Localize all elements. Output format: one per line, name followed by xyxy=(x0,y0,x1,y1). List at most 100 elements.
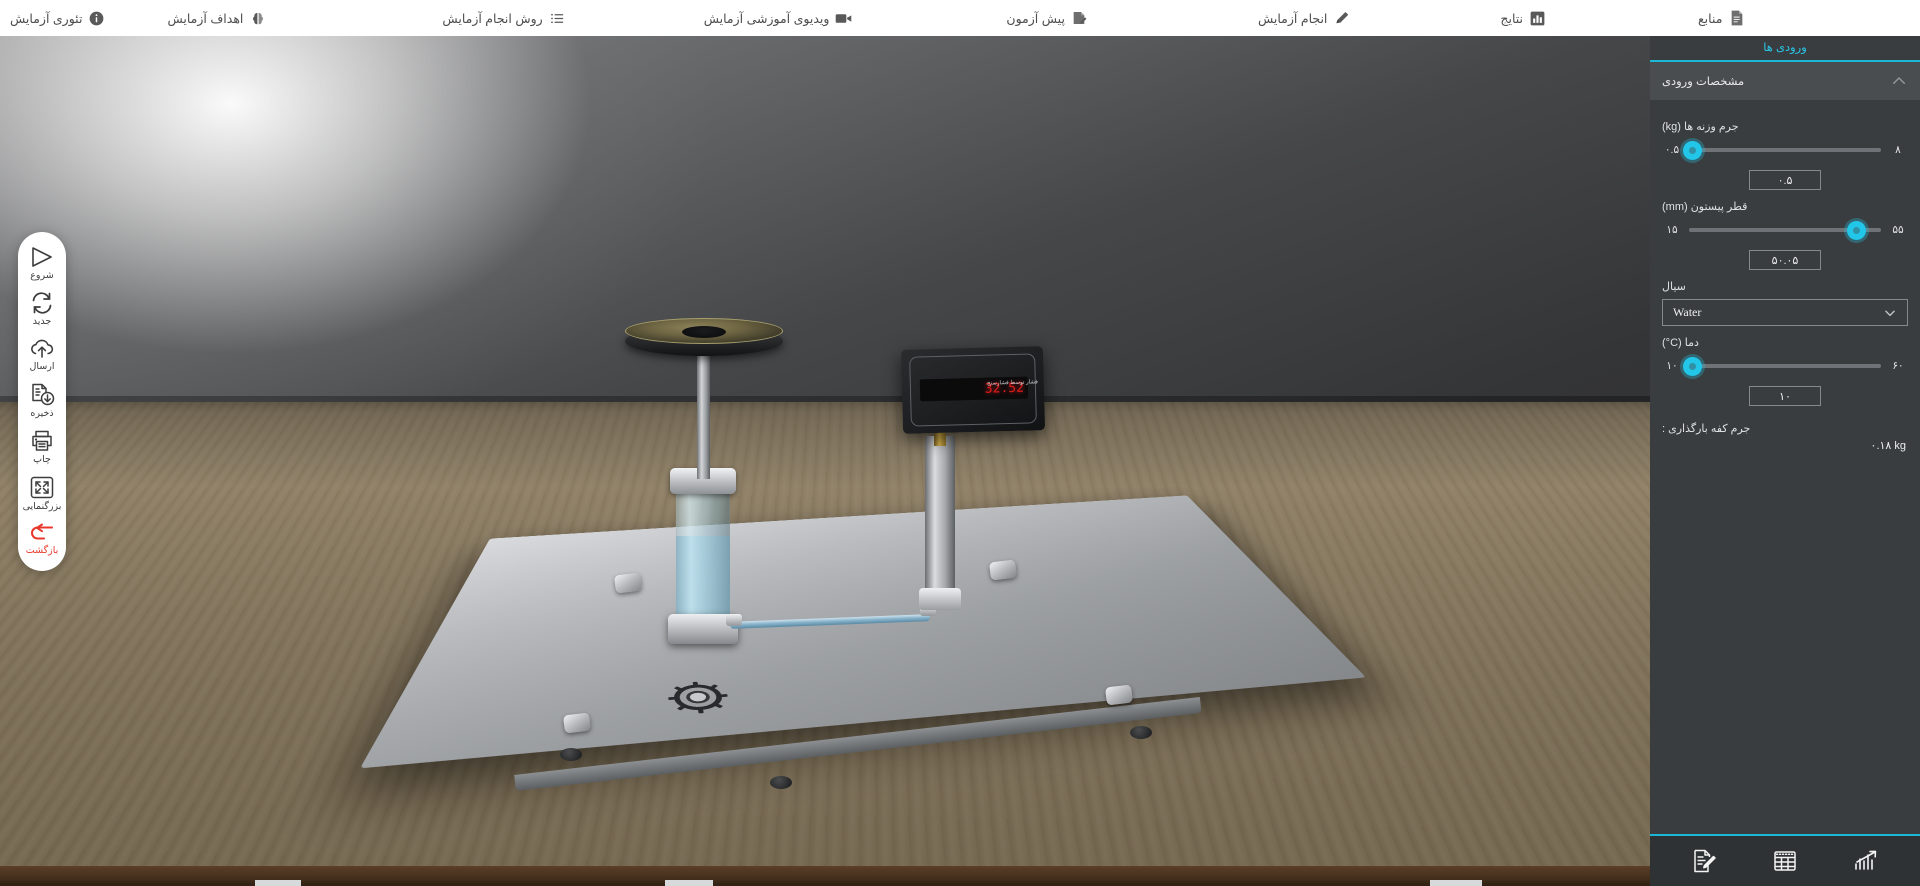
report-button[interactable] xyxy=(1691,848,1717,874)
save-download-icon xyxy=(31,383,54,406)
page-sliver xyxy=(665,880,713,886)
start-button[interactable]: شروع xyxy=(18,240,66,286)
piston-diameter-slider-thumb[interactable] xyxy=(1846,220,1866,240)
report-edit-icon xyxy=(1694,849,1717,873)
temperature-min: ۱۰ xyxy=(1666,360,1678,372)
fullscreen-icon xyxy=(30,476,54,499)
back-arrow-icon xyxy=(31,523,53,540)
field-weights-mass: جرم وزنه ها (kg) ۰.۵ ۸ ۰.۵ xyxy=(1650,120,1920,190)
tab-inputs[interactable]: ورودی ها xyxy=(1753,36,1817,60)
panel-tab-bar: ورودی ها xyxy=(1650,36,1920,62)
nav-label-theory: تئوری آزمایش xyxy=(10,11,83,26)
weights-mass-slider-thumb[interactable] xyxy=(1683,140,1703,160)
experiment-3d-viewport[interactable]: 32.52 فشار توسط فشارسنج xyxy=(0,36,1650,886)
nav-item-resources[interactable]: منابع xyxy=(1688,0,1755,36)
top-navigation-bar: تئوری آزمایش اهداف آزمایش روش انجام آزما… xyxy=(0,0,1920,36)
start-label: شروع xyxy=(30,270,54,281)
refresh-icon xyxy=(32,292,52,314)
rubber-foot xyxy=(560,748,582,761)
temperature-max: ۶۰ xyxy=(1892,360,1904,372)
field-fluid: سیال Water xyxy=(1650,280,1920,326)
pan-mass-label: جرم کفه بارگذاری : xyxy=(1662,423,1751,435)
nav-label-results: نتایج xyxy=(1500,11,1524,26)
chevron-up-icon xyxy=(1893,77,1905,84)
save-button[interactable]: ذخیره xyxy=(18,377,66,424)
input-specs-title: مشخصات ورودی xyxy=(1662,76,1745,88)
fullscreen-label: بزرگنمایی xyxy=(22,501,62,512)
nav-label-resources: منابع xyxy=(1698,11,1723,26)
nav-label-pretest: پیش آزمون xyxy=(1006,11,1065,26)
rubber-foot xyxy=(770,776,792,789)
digital-pressure-display[interactable]: 32.52 فشار توسط فشارسنج xyxy=(900,346,1046,434)
panel-footer-toolbar xyxy=(1650,834,1920,886)
table-button[interactable] xyxy=(1772,848,1798,874)
nav-item-objectives[interactable]: اهداف آزمایش xyxy=(157,0,276,36)
list-steps-icon xyxy=(549,10,566,27)
rubber-foot xyxy=(1130,726,1152,739)
piston-rod[interactable] xyxy=(697,354,710,479)
video-camera-icon xyxy=(835,10,852,27)
piston-diameter-input[interactable]: ۵۰.۰۵ xyxy=(1749,250,1821,270)
gauge-column-collar xyxy=(919,588,961,610)
temperature-label: دما (C°) xyxy=(1662,337,1699,349)
chevron-down-icon xyxy=(1885,310,1895,316)
play-icon xyxy=(32,247,52,267)
piston-diameter-max: ۵۵ xyxy=(1892,224,1904,236)
pencil-icon xyxy=(1333,10,1350,27)
pan-mass-value: ۰.۱۸ kg xyxy=(1870,440,1906,452)
nav-item-perform-experiment[interactable]: انجام آزمایش xyxy=(1248,0,1360,36)
temperature-slider[interactable] xyxy=(1683,356,1881,376)
weight-pan-center-hole xyxy=(682,326,726,338)
temperature-slider-thumb[interactable] xyxy=(1683,356,1703,376)
base-bolt xyxy=(563,712,591,734)
print-button[interactable]: چاپ xyxy=(18,424,66,470)
page-sliver xyxy=(1430,880,1482,886)
nav-item-results[interactable]: نتایج xyxy=(1490,0,1556,36)
weights-mass-slider[interactable] xyxy=(1683,140,1881,160)
chart-trend-icon xyxy=(1854,850,1876,870)
field-pan-mass: جرم کفه بارگذاری : ۰.۱۸ kg xyxy=(1650,422,1920,452)
nav-label-objectives: اهداف آزمایش xyxy=(167,11,244,26)
zoom-label: چاپ xyxy=(33,454,51,465)
fluid-label: سیال xyxy=(1662,281,1686,293)
hose-fitting-left xyxy=(726,614,742,626)
field-temperature: دما (C°) ۱۰ ۶۰ ۱۰ xyxy=(1650,336,1920,406)
field-piston-diameter: قطر پیستون (mm) ۱۵ ۵۵ ۵۰.۰۵ xyxy=(1650,200,1920,270)
piston-diameter-slider[interactable] xyxy=(1689,220,1881,240)
document-icon xyxy=(1728,10,1745,27)
fluid-selected-value: Water xyxy=(1673,305,1702,319)
nav-label-method: روش انجام آزمایش xyxy=(442,11,543,26)
left-action-toolbar: شروع جدید ارسال ذخیره چاپ بزرگنمایی بازگ… xyxy=(18,232,66,571)
input-specs-section-header[interactable]: مشخصات ورودی xyxy=(1650,62,1920,100)
table-grid-icon xyxy=(1774,851,1796,871)
nav-label-perform-experiment: انجام آزمایش xyxy=(1257,11,1328,26)
nav-item-pretest[interactable]: پیش آزمون xyxy=(996,0,1098,36)
cloud-upload-icon xyxy=(31,339,54,358)
fullscreen-button[interactable]: بزرگنمایی xyxy=(18,470,66,517)
weights-mass-label: جرم وزنه ها (kg) xyxy=(1662,121,1739,133)
base-bolt xyxy=(614,572,642,594)
back-label: بازگشت xyxy=(25,545,59,556)
input-fields-container: جرم وزنه ها (kg) ۰.۵ ۸ ۰.۵ قطر پیستون (m… xyxy=(1650,100,1920,834)
back-button[interactable]: بازگشت xyxy=(18,517,66,561)
chart-button[interactable] xyxy=(1853,848,1879,874)
new-button[interactable]: جدید xyxy=(18,286,66,332)
nav-item-video[interactable]: ویدیوی آموزشی آزمایش xyxy=(694,0,863,36)
nav-item-theory[interactable]: تئوری آزمایش xyxy=(0,0,115,36)
piston-diameter-min: ۱۵ xyxy=(1666,224,1678,236)
send-button[interactable]: ارسال xyxy=(18,332,66,377)
weights-mass-min: ۰.۵ xyxy=(1664,144,1680,156)
printer-icon xyxy=(32,430,52,451)
fluid-select[interactable]: Water xyxy=(1662,299,1908,326)
piston-diameter-label: قطر پیستون (mm) xyxy=(1662,201,1748,213)
piston-diameter-slider-row: ۱۵ ۵۵ xyxy=(1662,219,1908,241)
temperature-input[interactable]: ۱۰ xyxy=(1749,386,1821,406)
institution-logo-icon xyxy=(639,678,761,717)
send-label: ارسال xyxy=(29,361,55,372)
info-circle-icon xyxy=(88,10,105,27)
pressure-gauge-column xyxy=(925,436,955,606)
nav-item-method[interactable]: روش انجام آزمایش xyxy=(432,0,575,36)
nav-label-video: ویدیوی آموزشی آزمایش xyxy=(703,11,830,26)
inputs-side-panel: ورودی ها مشخصات ورودی جرم وزنه ها (kg) ۰… xyxy=(1650,36,1920,886)
weights-mass-input[interactable]: ۰.۵ xyxy=(1749,170,1821,190)
